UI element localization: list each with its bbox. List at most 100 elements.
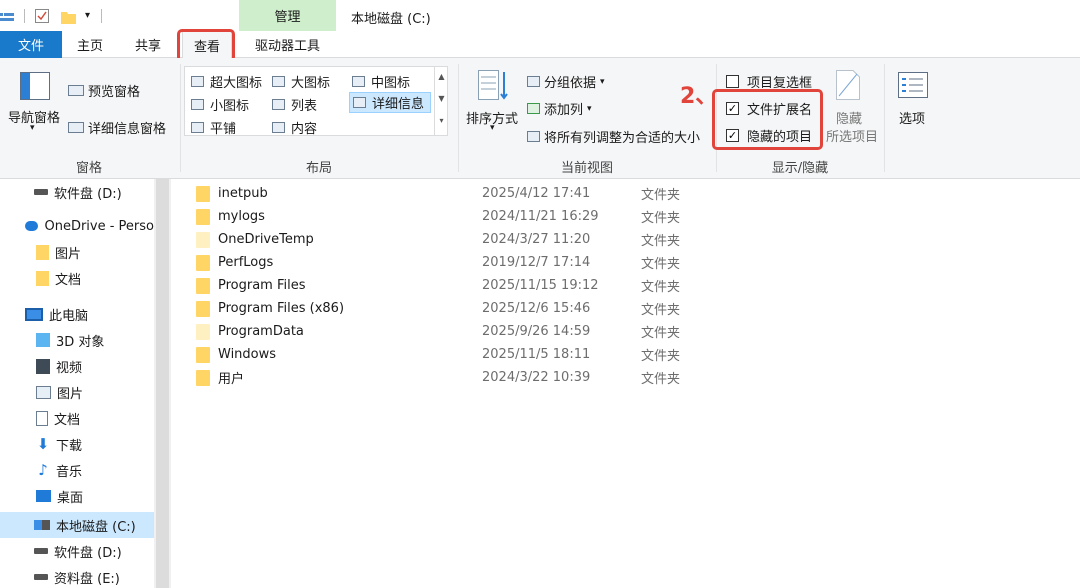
title-separator	[101, 9, 102, 23]
layout-details[interactable]: 详细信息	[349, 92, 431, 113]
nav-item-d-drive[interactable]: 软件盘 (D:)	[0, 538, 154, 564]
nav-item-label: 图片	[57, 386, 84, 402]
file-row[interactable]: Windows 2025/11/5 18:11 文件夹	[196, 343, 756, 366]
file-date: 2024/3/27 11:20	[482, 232, 591, 247]
options-label: 选项	[899, 112, 926, 127]
layout-extra-large-icons[interactable]: 超大图标	[191, 72, 262, 91]
details-pane-button[interactable]: 详细信息窗格	[68, 118, 166, 137]
file-date: 2024/3/22 10:39	[482, 370, 591, 385]
fit-columns-icon	[527, 131, 540, 142]
chevron-down-icon: ▾	[587, 103, 592, 114]
preview-pane-label: 预览窗格	[88, 85, 141, 100]
add-column-button[interactable]: 添加列 ▾	[527, 99, 592, 118]
file-row[interactable]: ProgramData 2025/9/26 14:59 文件夹	[196, 320, 756, 343]
new-folder-icon[interactable]	[61, 9, 76, 24]
file-name: inetpub	[218, 186, 268, 201]
file-date: 2019/12/7 17:14	[482, 255, 591, 270]
layout-content[interactable]: 内容	[272, 118, 317, 137]
nav-item-music[interactable]: ♪ 音乐	[0, 457, 154, 483]
nav-item-label: 3D 对象	[56, 334, 105, 350]
nav-item-label: 软件盘 (D:)	[54, 186, 122, 202]
folder-icon	[36, 270, 49, 286]
content-label: 内容	[291, 122, 318, 137]
item-checkboxes-checkbox[interactable]	[726, 75, 739, 88]
file-type: 文件夹	[641, 326, 681, 341]
nav-item-videos[interactable]: 视频	[0, 353, 154, 379]
file-date: 2024/11/21 16:29	[482, 209, 599, 224]
sort-by-button[interactable]: 排序方式 ▾	[464, 68, 522, 138]
extra-large-icons-icon	[191, 76, 204, 87]
folder-icon	[196, 300, 210, 317]
details-pane-label: 详细信息窗格	[88, 122, 167, 137]
layout-gallery-scroll[interactable]: ▲ ▼ ▾	[434, 66, 448, 136]
nav-item-this-pc[interactable]: 此电脑	[0, 301, 154, 327]
layout-large-icons[interactable]: 大图标	[272, 72, 330, 91]
file-row[interactable]: Program Files (x86) 2025/12/6 15:46 文件夹	[196, 297, 756, 320]
nav-item-label: 下载	[56, 438, 83, 454]
nav-item-onedrive-documents[interactable]: 文档	[0, 265, 154, 291]
tab-drive-tools[interactable]: 驱动器工具	[239, 31, 336, 58]
preview-pane-button[interactable]: 预览窗格	[68, 81, 140, 100]
fit-columns-button[interactable]: 将所有列调整为合适的大小	[527, 127, 700, 146]
nav-item-c-drive[interactable]: 本地磁盘 (C:)	[0, 512, 154, 538]
file-name: 用户	[218, 372, 245, 387]
title-separator	[24, 9, 25, 23]
nav-item-desktop[interactable]: 桌面	[0, 483, 154, 509]
cloud-icon	[25, 221, 39, 231]
nav-item-onedrive-pictures[interactable]: 图片	[0, 239, 154, 265]
tab-file[interactable]: 文件	[0, 31, 62, 58]
file-row[interactable]: mylogs 2024/11/21 16:29 文件夹	[196, 205, 756, 228]
file-date: 2025/11/15 19:12	[482, 278, 599, 293]
customize-quick-access-icon[interactable]: ▾	[85, 10, 90, 21]
layout-small-icons[interactable]: 小图标	[191, 95, 249, 114]
list-icon	[272, 99, 285, 110]
group-by-button[interactable]: 分组依据 ▾	[527, 72, 605, 91]
picture-icon	[36, 385, 51, 399]
layout-tiles[interactable]: 平铺	[191, 118, 236, 137]
large-icons-label: 大图标	[291, 76, 331, 91]
sort-by-icon	[478, 70, 508, 100]
file-type: 文件夹	[641, 280, 681, 295]
tab-home[interactable]: 主页	[70, 31, 110, 58]
windows-drive-icon	[34, 520, 50, 530]
hidden-folder-icon	[196, 231, 210, 248]
file-row[interactable]: PerfLogs 2019/12/7 17:14 文件夹	[196, 251, 756, 274]
nav-item-pictures[interactable]: 图片	[0, 379, 154, 405]
options-icon	[898, 72, 928, 98]
folder-icon	[36, 244, 49, 260]
group-label-pane: 窗格	[75, 161, 102, 176]
nav-item-documents[interactable]: 文档	[0, 405, 154, 431]
file-row[interactable]: OneDriveTemp 2024/3/27 11:20 文件夹	[196, 228, 756, 251]
file-row[interactable]: 用户 2024/3/22 10:39 文件夹	[196, 366, 756, 389]
file-row[interactable]: inetpub 2025/4/12 17:41 文件夹	[196, 182, 756, 205]
title-bar	[0, 0, 1080, 31]
tab-manage[interactable]: 管理	[239, 0, 336, 31]
navigation-pane-scroll-thumb[interactable]	[156, 179, 169, 588]
chevron-down-icon: ▾	[30, 123, 35, 133]
file-type: 文件夹	[641, 188, 681, 203]
options-button[interactable]: 选项	[893, 70, 935, 130]
properties-icon[interactable]	[35, 9, 49, 23]
file-type: 文件夹	[641, 349, 681, 364]
navigation-pane-button[interactable]: 导航窗格 ▾	[8, 70, 62, 148]
content-icon	[272, 122, 285, 133]
nav-item-d-drive[interactable]: 软件盘 (D:)	[0, 179, 154, 205]
file-type: 文件夹	[641, 211, 681, 226]
nav-item-label: 音乐	[56, 464, 83, 480]
file-name: ProgramData	[218, 324, 304, 339]
file-date: 2025/4/12 17:41	[482, 186, 591, 201]
nav-item-e-drive[interactable]: 资料盘 (E:)	[0, 564, 154, 588]
nav-item-onedrive[interactable]: OneDrive - Perso	[0, 213, 154, 239]
nav-item-3d-objects[interactable]: 3D 对象	[0, 327, 154, 353]
layout-medium-icons[interactable]: 中图标	[352, 72, 410, 91]
nav-item-downloads[interactable]: ⬇ 下载	[0, 431, 154, 457]
nav-item-label: 本地磁盘 (C:)	[56, 519, 136, 535]
file-type: 文件夹	[641, 257, 681, 272]
list-label: 列表	[291, 99, 318, 114]
layout-list[interactable]: 列表	[272, 95, 317, 114]
group-separator	[458, 64, 459, 172]
preview-pane-icon	[68, 85, 84, 96]
hide-selected-button[interactable]: 隐藏 所选项目	[826, 68, 880, 145]
file-date: 2025/9/26 14:59	[482, 324, 591, 339]
file-row[interactable]: Program Files 2025/11/15 19:12 文件夹	[196, 274, 756, 297]
